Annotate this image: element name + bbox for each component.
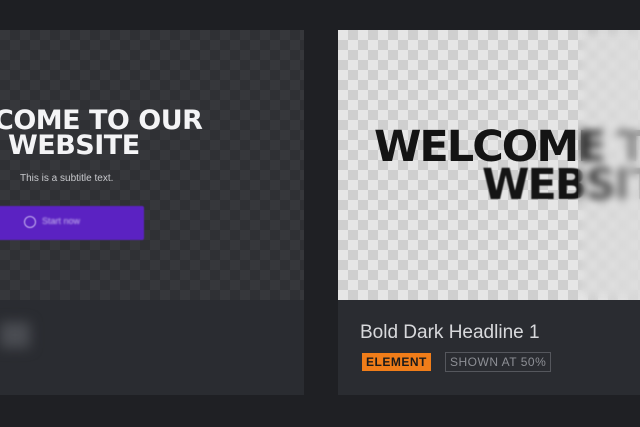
preview-cta-label: Start now [42,216,81,226]
preview-heading-line2: WEBSITE [8,130,140,161]
template-preview-right[interactable]: WELCOME T WEBSITE [338,30,640,300]
blurred-footer-content [0,322,30,348]
preview-subtitle: This is a subtitle text. [20,173,114,184]
element-type-badge: ELEMENT [362,353,431,371]
top-shade [0,0,640,30]
play-circle-icon [24,216,36,228]
template-card-left[interactable]: COME TO OUR WEBSITE This is a subtitle t… [0,30,304,395]
template-card-footer-right: Bold Dark Headline 1 ELEMENT SHOWN AT 50… [338,300,640,395]
preview-cta-button: Start now [0,206,144,240]
template-gallery: COME TO OUR WEBSITE This is a subtitle t… [0,0,640,427]
scale-badge: SHOWN AT 50% [445,352,552,372]
preview-blur-edge [578,30,640,300]
template-name[interactable]: Bold Dark Headline 1 [360,322,540,344]
template-preview-left[interactable]: COME TO OUR WEBSITE This is a subtitle t… [0,30,304,300]
template-card-footer-left [0,300,304,395]
template-card-right[interactable]: WELCOME T WEBSITE Bold Dark Headline 1 E… [338,30,640,395]
